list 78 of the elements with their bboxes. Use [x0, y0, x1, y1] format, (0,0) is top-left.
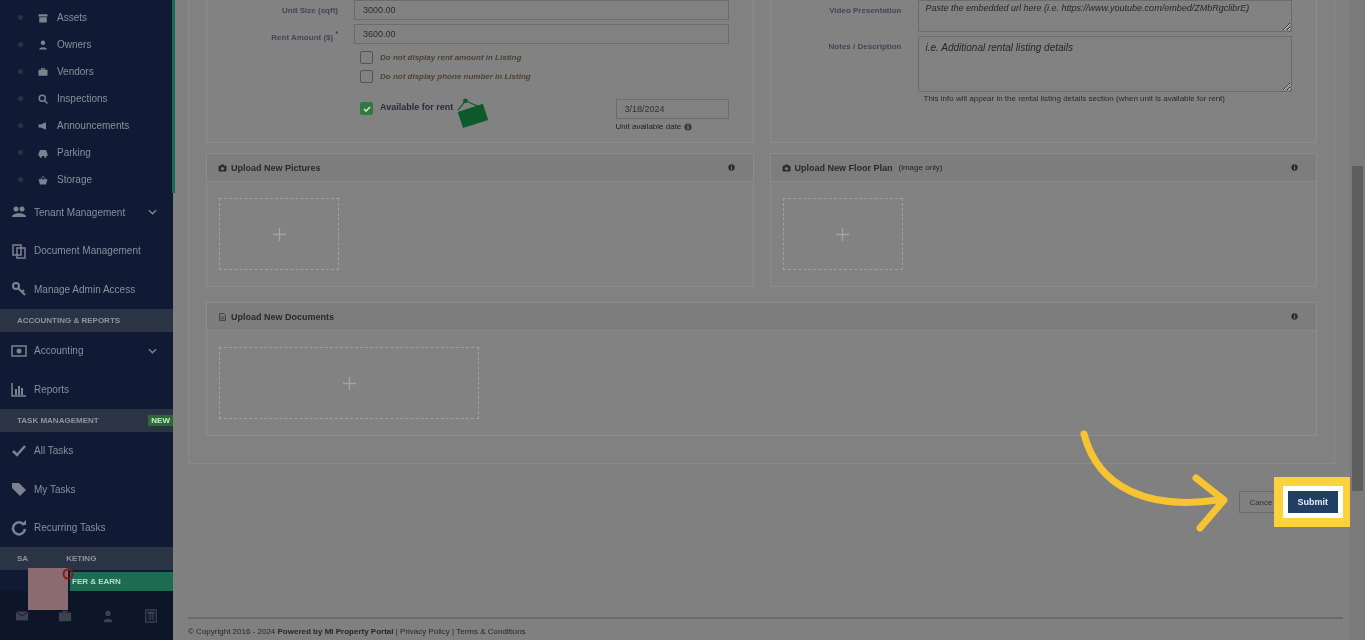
- checkbox-label: Do not display phone number in Listing: [380, 72, 531, 81]
- plus-icon: [342, 376, 356, 390]
- camera-icon: [781, 163, 791, 172]
- sidebar-item[interactable]: Recurring Tasks: [0, 508, 173, 547]
- upload-dropzone[interactable]: [219, 347, 479, 419]
- info-icon[interactable]: [1291, 313, 1298, 320]
- field-label: Video Presentation: [828, 5, 902, 15]
- sidebar-item[interactable]: Reports: [0, 370, 173, 409]
- refresh-icon: [11, 519, 27, 536]
- checkbox-label: Do not display rent amount in Listing: [380, 53, 522, 62]
- documents-icon: [11, 242, 27, 259]
- textarea-field[interactable]: i.e. Additional rental listing details: [917, 36, 1292, 92]
- briefcase-icon: [37, 65, 49, 78]
- card-title: Upload New Pictures: [231, 162, 321, 173]
- document-icon: [218, 312, 227, 321]
- scrollbar[interactable]: [1350, 0, 1365, 640]
- footer-text: © Copyright 2016 - 2024 Powered by MI Property Portal | Privacy Policy | Terms & Conditions: [188, 627, 526, 636]
- sidebar-subitem[interactable]: Announcements: [0, 112, 172, 139]
- sidebar-item[interactable]: Document Management: [0, 231, 173, 270]
- submit-button[interactable]: Submit: [1282, 486, 1343, 518]
- sidebar-item[interactable]: All Tasks: [0, 431, 173, 470]
- calculator-icon[interactable]: [144, 608, 159, 623]
- field-hint: Unit available date: [615, 122, 682, 131]
- chevron-down-icon: [148, 347, 157, 354]
- tag-icon: [11, 481, 27, 498]
- input-field[interactable]: 3600.00: [354, 24, 729, 44]
- checkbox[interactable]: [360, 102, 373, 115]
- plus-icon: [836, 227, 849, 241]
- notification-badge-icon: [62, 568, 74, 580]
- camera-icon: [218, 163, 227, 172]
- bar-chart-icon: [11, 381, 27, 398]
- sidebar-item[interactable]: Tenant Management: [0, 193, 173, 232]
- photo-placeholder: [28, 568, 68, 610]
- megaphone-icon: [37, 119, 49, 132]
- field-label: Rent Amount ($) $^{*}$: [270, 29, 338, 42]
- help-text: This info will appear in the rental listing details section (when unit is available for rent): [922, 94, 1226, 103]
- key-icon: [11, 281, 27, 298]
- new-badge: NEW: [148, 414, 173, 426]
- sidebar-item[interactable]: Accounting: [0, 331, 173, 370]
- sidebar-subitem[interactable]: Storage: [0, 166, 172, 193]
- section-header: KETING: [66, 554, 97, 563]
- sidebar-subitem[interactable]: Assets: [0, 4, 172, 31]
- section-header: ACCOUNTING & REPORTS: [17, 315, 121, 325]
- sidebar-item[interactable]: Manage Admin Access: [0, 270, 173, 309]
- search-icon: [37, 92, 49, 105]
- checkmark-icon: [361, 103, 372, 114]
- sidebar-subitem[interactable]: Owners: [0, 31, 172, 58]
- basket-icon: [37, 173, 49, 186]
- plus-icon: [272, 227, 286, 241]
- info-icon[interactable]: [727, 164, 735, 171]
- user-icon: [37, 38, 49, 51]
- card-title: Upload New Floor Plan: [794, 162, 893, 173]
- upload-dropzone[interactable]: [219, 198, 339, 270]
- textarea-field[interactable]: Paste the embedded url here (i.e. https://www.youtube.com/embed/ZMbRgclibrE): [917, 0, 1292, 32]
- checkbox[interactable]: [360, 70, 373, 83]
- archive-icon: [37, 11, 49, 24]
- card-note: (image only): [898, 163, 943, 172]
- info-icon[interactable]: [684, 122, 693, 131]
- chevron-down-icon: [148, 209, 157, 216]
- envelope-icon[interactable]: [14, 608, 29, 623]
- sidebar-subitem[interactable]: Vendors: [0, 58, 172, 85]
- section-header: SA: [17, 554, 29, 563]
- sidebar-subitem[interactable]: Inspections: [0, 85, 172, 112]
- field-label: Unit Size (sqft): [281, 5, 338, 15]
- checkbox-label: Available for rent: [380, 102, 454, 112]
- card-title: Upload New Documents: [231, 311, 334, 322]
- checkbox[interactable]: [360, 51, 373, 64]
- section-header: TASK MANAGEMENT: [17, 415, 99, 425]
- banknote-icon: [11, 342, 27, 359]
- field-label: Notes / Description: [827, 41, 902, 51]
- briefcase-icon[interactable]: [57, 608, 72, 623]
- info-icon[interactable]: [1291, 164, 1298, 171]
- upload-dropzone[interactable]: [782, 198, 903, 270]
- sidebar-item[interactable]: My Tasks: [0, 470, 173, 509]
- refer-button[interactable]: FER & EARN: [70, 572, 173, 591]
- date-field[interactable]: 3/18/2024: [615, 99, 729, 119]
- input-field[interactable]: 3000.00: [354, 0, 729, 20]
- sidebar-subitem[interactable]: Parking: [0, 139, 172, 166]
